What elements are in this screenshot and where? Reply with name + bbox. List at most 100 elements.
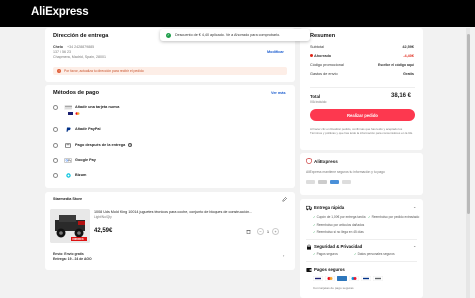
badge-icon — [318, 180, 327, 184]
shipping-label: Gastos de envío — [310, 72, 338, 76]
total-label: Total — [310, 94, 321, 99]
check-icon: ✓ — [313, 230, 316, 234]
security-item-text: Pagos seguros — [316, 252, 338, 256]
payments-note: Con tarjetas de pago seguras — [313, 286, 354, 290]
payment-option-card[interactable]: Añadir una tarjeta nueva — [53, 103, 283, 111]
paypal-icon — [64, 127, 72, 132]
quantity-value: 1 — [266, 229, 270, 234]
check-icon: ✓ — [313, 252, 316, 256]
chevron-right-icon[interactable]: › — [283, 253, 284, 258]
summary-title: Resumen — [310, 33, 336, 39]
security-badges — [306, 180, 351, 184]
radio-button[interactable] — [53, 126, 58, 132]
payment-option-pay-later[interactable]: Pago después de la entrega ? — [53, 141, 283, 149]
toast-message: Descuento de € 4,40 aplicado. Ve a Ahorr… — [175, 33, 281, 37]
security-brand: AliExpress — [314, 159, 338, 164]
payment-option-label: Pago después de la entrega — [75, 143, 126, 147]
paypal-icon — [361, 276, 371, 281]
trash-icon[interactable] — [246, 229, 251, 234]
payment-option-label: Google Pay — [75, 158, 96, 162]
page-scrollbar[interactable] — [466, 28, 470, 298]
chevron-down-icon[interactable]: ⌄ — [413, 243, 416, 248]
recipient-phone: +34 2428879885 — [66, 45, 95, 49]
address-warning: ! Por favor, actualiza tu dirección para… — [53, 67, 287, 75]
badge-icon — [306, 180, 315, 184]
promo-code-input[interactable]: Escribe el código aquí — [378, 63, 414, 67]
visa-icon — [68, 112, 73, 115]
delivery-date: Entrega: 19 - 24 de AGO — [53, 257, 92, 261]
edit-icon[interactable] — [282, 197, 287, 202]
scrollbar-thumb[interactable] — [466, 34, 470, 214]
legal-text: Al hacer clic en Realizar pedido, confir… — [310, 127, 413, 135]
secure-payments-title: Pagos seguros — [314, 267, 345, 272]
chevron-down-icon[interactable]: ⌄ — [413, 204, 416, 209]
product-title[interactable]: 1008 Uds Mold King 10014 juguetes técnic… — [94, 210, 290, 214]
increase-button[interactable]: + — [272, 228, 279, 235]
divider — [306, 239, 417, 240]
recipient-name: Chelo — [53, 45, 63, 49]
info-icon[interactable]: ? — [128, 143, 133, 147]
visa-icon — [313, 276, 323, 281]
product-image[interactable]: UNIBRICK — [50, 209, 90, 243]
change-address-link[interactable]: Modificar — [267, 50, 284, 54]
divider — [306, 261, 417, 262]
divider — [310, 87, 415, 88]
place-order-button[interactable]: Realizar pedido — [310, 109, 415, 121]
store-card: Starmedia Store UNIBRICK 1008 Uds Mold K… — [45, 192, 295, 270]
truck-icon — [306, 205, 312, 211]
address-line-2: Chapmera, Madrid, Spain, 28001 — [53, 55, 106, 59]
savings-icon — [310, 54, 313, 57]
savings-row[interactable]: Ahorrado -4,40€ — [310, 54, 414, 58]
shipping-row: Gastos de envío Gratis — [310, 72, 414, 76]
payment-title: Métodos de pago — [53, 90, 99, 96]
warning-icon: ! — [57, 69, 61, 73]
payment-option-label: Bizum — [75, 173, 87, 177]
fast-item-text: Reembolso por artículos dañados — [316, 223, 365, 227]
product-badge: UNIBRICK — [72, 237, 84, 241]
promo-code-row[interactable]: Código promocional Escribe el código aqu… — [310, 63, 414, 67]
payment-card: Métodos de pago Ver más Añadir una tarje… — [45, 85, 295, 188]
card-brand-icons — [68, 112, 80, 115]
payment-option-bizum[interactable]: Bizum — [53, 171, 283, 179]
google-pay-icon — [373, 276, 383, 281]
shipping-info: Envío: Envío gratis — [53, 252, 84, 256]
store-name[interactable]: Starmedia Store — [53, 197, 82, 201]
security-item: ✓ Pagos seguros — [313, 252, 338, 256]
payment-option-google-pay[interactable]: GPay Google Pay — [53, 156, 283, 164]
card-icon — [64, 104, 72, 110]
fast-item-text: Reembolso si no llega en 45 días — [316, 230, 364, 234]
shield-icon — [306, 158, 312, 164]
address-line-1: 137 / 56 23 — [53, 50, 71, 54]
payment-option-paypal[interactable]: Añadir PayPal — [53, 125, 283, 133]
discount-toast: ✓ Descuento de € 4,40 aplicado. Ve a Aho… — [160, 29, 310, 41]
fast-item-text: Cupón de 1,00€ por entrega tardía — [316, 215, 366, 219]
fast-delivery-item: ✓ Reembolso por artículos dañados — [313, 223, 364, 227]
more-payment-link[interactable]: Ver más — [271, 91, 286, 95]
fast-delivery-title: Entrega rápida — [314, 205, 345, 210]
radio-button[interactable] — [53, 104, 58, 110]
google-pay-icon: GPay — [64, 157, 72, 163]
product-variant: Light/No/Qty — [94, 215, 112, 219]
svg-text:Pay: Pay — [68, 158, 71, 162]
fast-delivery-item: ✓ Cupón de 1,00€ por entrega tardía — [313, 215, 365, 219]
check-icon: ✓ — [313, 223, 316, 227]
check-icon: ✓ — [368, 215, 371, 219]
subtotal-label: Subtotal — [310, 45, 324, 49]
mastercard-icon — [325, 276, 335, 281]
warning-text: Por favor, actualiza tu dirección para r… — [64, 69, 144, 73]
decrease-button[interactable]: − — [257, 228, 264, 235]
product-price: 42,59€ — [94, 228, 113, 234]
radio-button[interactable] — [53, 172, 58, 178]
maestro-icon — [349, 276, 359, 281]
payment-logos — [313, 276, 383, 281]
pay-later-icon — [64, 142, 72, 148]
radio-button[interactable] — [53, 157, 58, 163]
lock-icon — [307, 244, 311, 250]
radio-button[interactable] — [53, 142, 58, 148]
savings-value: -4,40€ — [403, 54, 414, 58]
aliexpress-logo[interactable]: AliExpress — [31, 6, 89, 18]
security-card: AliExpress AliExpress mantiene seguros t… — [300, 153, 423, 195]
toy-car-icon — [50, 209, 90, 243]
quantity-stepper: − 1 + — [257, 228, 279, 235]
summary-card: Resumen Subtotal 42,59€ Ahorrado -4,40€ … — [300, 28, 423, 150]
